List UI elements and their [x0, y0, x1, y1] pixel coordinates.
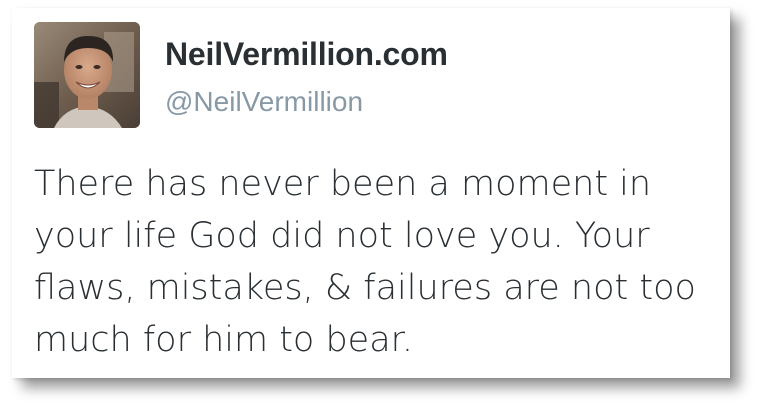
author-handle[interactable]: @NeilVermillion	[165, 86, 363, 118]
tweet-text-line: flaws, mistakes, & failures are not too	[34, 268, 696, 308]
author-display-name[interactable]: NeilVermillion.com	[165, 36, 448, 73]
profile-photo-icon	[34, 22, 140, 128]
tweet-card[interactable]: NeilVermillion.com @NeilVermillion There…	[12, 8, 730, 378]
avatar[interactable]	[34, 22, 140, 128]
tweet-text: There has never been a moment in your li…	[34, 158, 714, 366]
tweet-text-line: much for him to bear.	[34, 320, 413, 360]
tweet-text-line: your life God did not love you. Your	[34, 216, 650, 256]
tweet-text-line: There has never been a moment in	[34, 164, 652, 204]
screenshot-stage: NeilVermillion.com @NeilVermillion There…	[0, 0, 758, 410]
